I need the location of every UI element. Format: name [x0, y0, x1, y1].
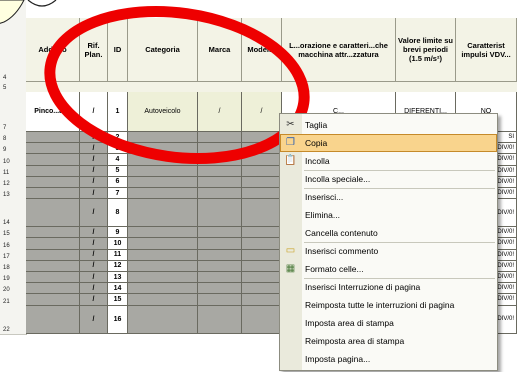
menu-item-inserisci-commento[interactable]: ▭ Inserisci commento: [280, 242, 497, 260]
menu-item-label: Inserisci Interruzione di pagina: [305, 282, 421, 292]
menu-item-reimposta-area-di-stampa[interactable]: Reimposta area di stampa: [280, 332, 497, 350]
menu-item-incolla[interactable]: 📋 Incolla: [280, 152, 497, 170]
copy-icon: ❐: [286, 137, 295, 148]
menu-item-imposta-pagina[interactable]: Imposta pagina...: [280, 350, 497, 368]
menu-item-formato-celle[interactable]: ▦ Formato celle...: [280, 260, 497, 278]
menu-item-label: Elimina...: [305, 210, 340, 220]
menu-item-taglia[interactable]: ✂ Taglia: [280, 116, 497, 134]
menu-item-inserisci-interruzione-di-pagina[interactable]: Inserisci Interruzione di pagina: [280, 278, 497, 296]
menu-item-label: Imposta area di stampa: [305, 318, 394, 328]
menu-item-reimposta-tutte-le-interruzioni-di-pagina[interactable]: Reimposta tutte le interruzioni di pagin…: [280, 296, 497, 314]
menu-item-label: Reimposta area di stampa: [305, 336, 405, 346]
format-cells-icon: ▦: [285, 263, 296, 274]
menu-item-label: Incolla: [305, 156, 330, 166]
menu-item-label: Reimposta tutte le interruzioni di pagin…: [305, 300, 455, 310]
paste-icon: 📋: [284, 155, 297, 166]
menu-item-label: Formato celle...: [305, 264, 364, 274]
menu-item-label: Copia: [305, 138, 328, 148]
menu-item-label: Incolla speciale...: [305, 174, 371, 184]
menu-item-inserisci[interactable]: Inserisci...: [280, 188, 497, 206]
menu-item-incolla-speciale[interactable]: Incolla speciale...: [280, 170, 497, 188]
menu-item-label: Taglia: [305, 120, 328, 130]
scissors-icon: ✂: [286, 119, 295, 130]
menu-item-label: Inserisci commento: [305, 246, 379, 256]
menu-item-imposta-area-di-stampa[interactable]: Imposta area di stampa: [280, 314, 497, 332]
menu-item-elimina[interactable]: Elimina...: [280, 206, 497, 224]
menu-item-label: Imposta pagina...: [305, 354, 371, 364]
context-menu: ✂ Taglia ❐ Copia 📋 Incolla Incolla speciale...…: [279, 113, 498, 371]
menu-item-label: Inserisci...: [305, 192, 344, 202]
menu-item-label: Cancella contenuto: [305, 228, 378, 238]
menu-item-cancella-contenuto[interactable]: Cancella contenuto: [280, 224, 497, 242]
comment-icon: ▭: [285, 245, 296, 256]
menu-item-copia[interactable]: ❐ Copia: [280, 134, 497, 152]
